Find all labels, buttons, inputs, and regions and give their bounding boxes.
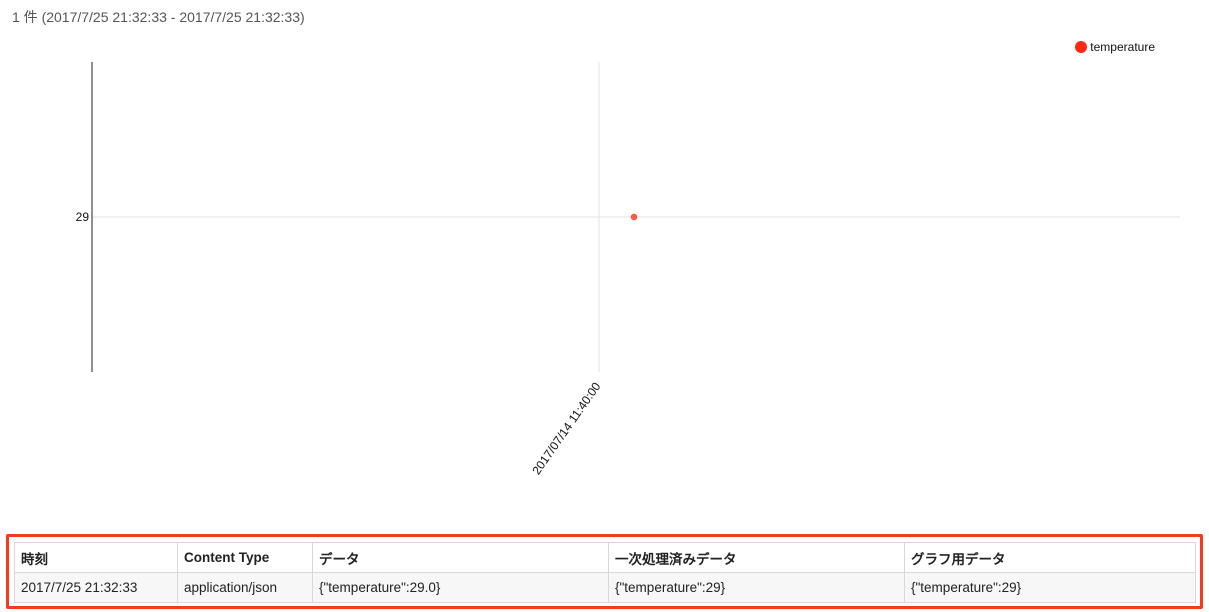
- cell-graph-data: {"temperature":29}: [904, 572, 1196, 603]
- table-header-row: 時刻 Content Type データ 一次処理済みデータ グラフ用データ: [14, 542, 1196, 573]
- column-header-data[interactable]: データ: [312, 542, 609, 573]
- data-table: 時刻 Content Type データ 一次処理済みデータ グラフ用データ 20…: [14, 542, 1196, 603]
- cell-data: {"temperature":29.0}: [312, 572, 609, 603]
- x-tick-label: 2017/07/14 11:40:00: [529, 379, 603, 477]
- chart-legend[interactable]: temperature: [1075, 40, 1155, 54]
- legend-label: temperature: [1090, 40, 1155, 54]
- temperature-chart: 29 2017/07/14 11:40:00: [76, 62, 1180, 477]
- column-header-processed-data[interactable]: 一次処理済みデータ: [608, 542, 905, 573]
- column-header-time[interactable]: 時刻: [14, 542, 178, 573]
- cell-content-type: application/json: [177, 572, 313, 603]
- column-header-content-type[interactable]: Content Type: [177, 542, 313, 573]
- y-tick-label: 29: [76, 210, 90, 224]
- legend-swatch: [1075, 41, 1088, 53]
- data-point: [630, 213, 638, 221]
- cell-time: 2017/7/25 21:32:33: [14, 572, 178, 603]
- data-table-highlight: 時刻 Content Type データ 一次処理済みデータ グラフ用データ 20…: [6, 534, 1203, 609]
- cell-processed-data: {"temperature":29}: [608, 572, 905, 603]
- column-header-graph-data[interactable]: グラフ用データ: [904, 542, 1196, 573]
- table-row[interactable]: 2017/7/25 21:32:33 application/json {"te…: [14, 572, 1196, 603]
